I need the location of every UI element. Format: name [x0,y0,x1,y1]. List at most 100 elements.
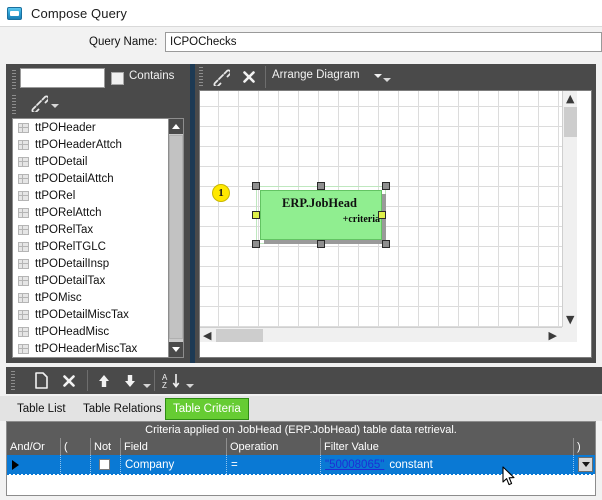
column-header[interactable]: ( [61,438,91,455]
tab-table-criteria[interactable]: Table Criteria [165,398,249,420]
resize-handle-s[interactable] [317,240,325,248]
scrollbar-thumb[interactable] [216,329,263,342]
toolbar-grip[interactable] [12,70,16,90]
row-dropdown-button[interactable] [578,457,593,472]
list-item-label: ttPORelAttch [35,206,102,219]
table-list-scrollbar[interactable] [168,119,183,357]
list-item[interactable]: ttPORelTGLC [13,238,170,255]
list-item[interactable]: ttPODetail [13,153,170,170]
chevron-down-icon[interactable] [383,78,391,82]
list-item[interactable]: ttPOHeaderMiscTax [13,340,170,357]
column-header[interactable]: Field [121,438,227,455]
close-icon[interactable] [236,64,262,90]
list-item-label: ttPOMisc [35,291,82,304]
column-header[interactable]: And/Or [7,438,61,455]
chevron-down-icon[interactable] [143,384,151,388]
toolbar-grip[interactable] [199,67,203,87]
list-item-label: ttPODetailInsp [35,257,110,270]
diagram-node-erp-jobhead[interactable]: ERP.JobHead +criteria [260,190,382,240]
tab-table-relations[interactable]: Table Relations [76,398,169,420]
list-item[interactable]: ttPOMisc [13,289,170,306]
list-item[interactable]: ttPODetailTax [13,272,170,289]
link-icon[interactable] [208,64,234,90]
canvas-horizontal-scrollbar[interactable]: ◀ ▶ [200,327,577,342]
criteria-panel: A Z Table List Table Relations Table Crite… [0,366,602,500]
table-icon [18,224,29,235]
toolbar-grip[interactable] [12,95,16,115]
diagram-toolbar: Arrange Diagram [195,64,596,90]
table-icon [18,173,29,184]
chevron-right-icon[interactable]: ▶ [549,330,557,341]
list-item[interactable]: ttPODetailAttch [13,170,170,187]
cell-open-paren[interactable] [61,455,91,474]
compose-query-window: Compose Query Query Name: Contains [0,0,602,500]
arrange-diagram-button[interactable]: Arrange Diagram [272,69,360,81]
chevron-down-icon[interactable]: ▼ [566,314,574,325]
column-header[interactable]: ) [574,438,595,455]
table-row[interactable]: Company = "50008065" constant [7,455,595,474]
sort-az-icon[interactable]: A Z [159,368,185,393]
scrollbar-thumb[interactable] [169,135,183,339]
arrow-up-icon[interactable] [92,368,116,393]
chevron-down-icon [581,462,590,467]
chevron-down-icon [172,347,180,352]
table-icon [18,275,29,286]
chevron-up-icon[interactable]: ▲ [566,93,574,104]
criteria-grid-caption: Criteria applied on JobHead (ERP.JobHead… [7,422,595,438]
resize-handle-w[interactable] [252,211,260,219]
table-icon [18,190,29,201]
list-item[interactable]: ttPORel [13,187,170,204]
link-icon[interactable] [30,94,50,114]
resize-handle-se[interactable] [382,240,390,248]
scroll-up-button[interactable] [169,119,183,134]
row-marker [7,455,23,474]
list-item-label: ttPOHeaderMiscTax [35,342,138,355]
scrollbar-thumb[interactable] [564,107,577,137]
column-header[interactable]: Not [91,438,121,455]
list-item[interactable]: ttPORelTax [13,221,170,238]
node-criteria-label[interactable]: +criteria [343,214,380,225]
delete-close-icon[interactable] [56,368,82,393]
list-item[interactable]: ttPORelAttch [13,204,170,221]
canvas-vertical-scrollbar[interactable]: ▲ ▼ [562,91,577,342]
list-item[interactable]: ttPOHeader [13,119,170,136]
tab-table-list[interactable]: Table List [10,398,73,420]
arrow-down-icon[interactable] [118,368,142,393]
list-item[interactable]: ttPODetailMiscTax [13,306,170,323]
list-item[interactable]: ttPODetailInsp [13,255,170,272]
table-list[interactable]: ttPOHeader ttPOHeaderAttch ttPODetail ttPOD… [13,119,170,357]
column-header[interactable]: Operation [227,438,321,455]
chevron-down-icon[interactable] [51,104,59,108]
criteria-grid: Criteria applied on JobHead (ERP.JobHead… [6,421,596,496]
new-document-icon[interactable] [28,368,54,393]
cell-operation[interactable]: = [227,455,321,474]
resize-handle-nw[interactable] [252,182,260,190]
chevron-down-icon[interactable] [374,74,382,78]
not-checkbox[interactable] [99,459,110,470]
resize-handle-e[interactable] [378,211,386,219]
scroll-down-button[interactable] [169,342,183,357]
resize-handle-sw[interactable] [252,240,260,248]
chevron-down-icon[interactable] [186,384,194,388]
cell-and-or[interactable] [23,455,61,474]
column-header[interactable]: Filter Value [321,438,574,455]
list-item[interactable]: ttPOHeadMisc [13,323,170,340]
list-item-label: ttPORelTax [35,223,94,236]
toolbar-grip[interactable] [11,371,15,390]
contains-checkbox[interactable] [111,72,124,85]
cell-filter-value[interactable]: "50008065" constant [321,455,574,474]
resize-handle-n[interactable] [317,182,325,190]
table-icon [18,139,29,150]
table-icon [18,258,29,269]
query-name-input[interactable] [165,32,602,52]
list-item-label: ttPOHeaderAttch [35,138,122,151]
cell-field[interactable]: Company [121,455,227,474]
list-item-label: ttPORel [35,189,76,202]
diagram-canvas[interactable]: ERP.JobHead +criteria 1 ▲ ▼ ◀ ▶ [200,91,577,342]
query-name-row: Query Name: [0,26,602,59]
row-marker-icon [11,459,19,470]
chevron-left-icon[interactable]: ◀ [203,330,211,341]
search-input[interactable] [20,68,105,88]
resize-handle-ne[interactable] [382,182,390,190]
list-item[interactable]: ttPOHeaderAttch [13,136,170,153]
